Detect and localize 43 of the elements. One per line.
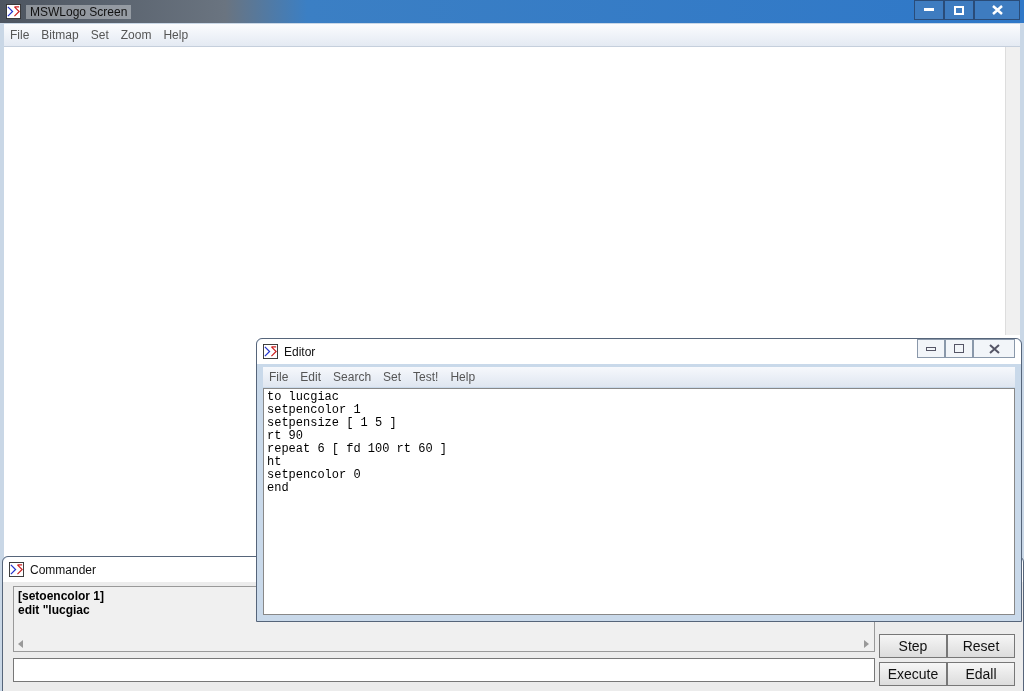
window-title: MSWLogo Screen	[26, 4, 132, 19]
window-title: Editor	[284, 344, 316, 359]
menu-item[interactable]: Help	[444, 370, 482, 384]
maximize-icon	[954, 344, 964, 353]
command-button[interactable]: Execute	[879, 662, 947, 686]
maximize-button[interactable]	[944, 0, 974, 20]
maximize-icon	[954, 5, 964, 15]
close-icon	[988, 343, 1000, 354]
minimize-icon	[926, 346, 936, 351]
menu-item[interactable]: Edit	[294, 370, 328, 384]
menu-item[interactable]: Set	[377, 370, 408, 384]
code-line: end	[267, 482, 290, 495]
command-button[interactable]: Reset	[947, 634, 1015, 658]
menu-item[interactable]: Bitmap	[35, 28, 85, 42]
code-line: rt 90	[267, 430, 304, 443]
minimize-button[interactable]	[917, 339, 945, 358]
history-line: [setoencolor 1]	[18, 589, 105, 603]
code-line: repeat 6 [ fd 100 rt 60 ]	[267, 443, 449, 456]
menu-item[interactable]: Search	[327, 370, 378, 384]
command-button[interactable]: Edall	[947, 662, 1015, 686]
close-button[interactable]	[974, 0, 1020, 20]
code-line: ht	[267, 456, 283, 469]
menu-item[interactable]: Set	[84, 28, 115, 42]
menu-item[interactable]: File	[263, 370, 295, 384]
code-line: setpencolor 1	[267, 404, 362, 417]
code-line: setpencolor 0	[267, 469, 362, 482]
code-line: to lucgiac	[267, 391, 340, 404]
menu-item[interactable]: Help	[157, 28, 195, 42]
window-title: Commander	[30, 562, 97, 577]
maximize-button[interactable]	[945, 339, 973, 358]
menu-item[interactable]: Zoom	[114, 28, 158, 42]
close-button[interactable]	[973, 339, 1015, 358]
code-editor[interactable]: to lucgiac setpencolor 1 setpensize [ 1 5 ] rt 90 repeat 6 [ fd 100 rt 60 ] ht setpencolor 0 end	[263, 388, 1015, 615]
code-line: setpensize [ 1 5 ]	[267, 417, 398, 430]
menu-item[interactable]: File	[4, 28, 36, 42]
history-line: edit "lucgiac	[18, 603, 91, 617]
minimize-icon	[924, 8, 934, 12]
minimize-button[interactable]	[914, 0, 944, 20]
command-button[interactable]: Step	[879, 634, 947, 658]
close-icon	[991, 5, 1003, 15]
command-input[interactable]	[13, 658, 875, 682]
menu-item[interactable]: Test!	[407, 370, 445, 384]
scrollbar[interactable]	[1005, 47, 1020, 335]
